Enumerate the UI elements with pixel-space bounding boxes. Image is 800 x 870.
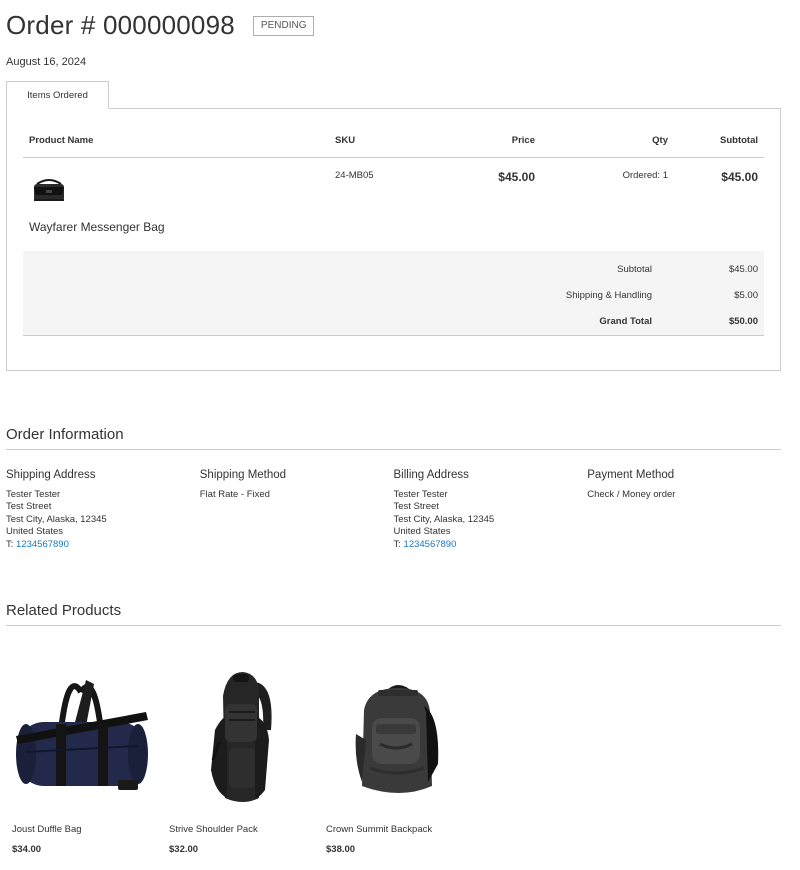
billing-address-street: Test Street (393, 501, 439, 513)
billing-address-heading: Billing Address (393, 469, 469, 481)
order-date: August 16, 2024 (6, 56, 87, 68)
shipping-method-value: Flat Rate - Fixed (199, 488, 270, 500)
shoulder-pack-image[interactable] (163, 660, 313, 820)
billing-phone-prefix: T: (393, 538, 404, 550)
shipping-method-heading: Shipping Method (199, 469, 287, 481)
shipping-address-street: Test Street (6, 501, 52, 513)
payment-method-heading: Payment Method (587, 469, 675, 481)
related-product-item[interactable]: Strive Shoulder Pack $32.00 (163, 660, 320, 855)
billing-address-country: United States (393, 526, 451, 538)
column-header-product-name: Product Name (23, 133, 329, 158)
page-title: Order # 000000098 (6, 10, 235, 40)
shipping-phone-link[interactable]: 1234567890 (16, 539, 69, 550)
table-header-row: Product Name SKU Price Qty Subtotal (23, 133, 764, 158)
items-ordered-panel: Product Name SKU Price Qty Subtotal Wayf… (6, 108, 781, 371)
product-cell: Wayfarer Messenger Bag (23, 158, 329, 241)
order-totals: Subtotal $45.00 Shipping & Handling $5.0… (23, 251, 764, 336)
items-ordered-table: Product Name SKU Price Qty Subtotal Wayf… (23, 133, 764, 241)
order-information: Shipping Address Tester Tester Test Stre… (6, 469, 781, 552)
column-header-price: Price (431, 133, 541, 158)
table-row: Wayfarer Messenger Bag 24-MB05 $45.00 Or… (23, 158, 764, 241)
related-products-grid: Joust Duffle Bag $34.00 Strive Shoulder … (6, 660, 477, 855)
tab-items-ordered[interactable]: Items Ordered (6, 81, 109, 109)
billing-address-city: Test City, Alaska, 12345 (393, 513, 495, 525)
billing-address-name: Tester Tester (393, 488, 448, 500)
status-badge: PENDING (252, 15, 315, 36)
grand-total-label: Grand Total (599, 316, 652, 327)
duffle-bag-image[interactable] (6, 660, 156, 820)
subtotal-label: Subtotal (617, 264, 652, 275)
shipping-address-block: Shipping Address Tester Tester Test Stre… (6, 469, 200, 552)
related-product-price: $32.00 (169, 844, 199, 855)
shipping-method-block: Shipping Method Flat Rate - Fixed (200, 469, 394, 552)
related-product-name[interactable]: Crown Summit Backpack (326, 824, 477, 835)
backpack-image[interactable] (320, 660, 470, 820)
column-header-sku: SKU (329, 133, 431, 158)
related-product-price: $38.00 (326, 844, 356, 855)
subtotal-value: $45.00 (728, 264, 758, 275)
product-qty: Ordered: 1 (622, 170, 668, 181)
totals-row-subtotal: Subtotal $45.00 (23, 264, 764, 278)
related-products-title: Related Products (6, 602, 781, 626)
grand-total-value: $50.00 (728, 316, 758, 327)
product-sku: 24-MB05 (335, 170, 374, 181)
messenger-bag-thumbnail[interactable] (29, 174, 69, 206)
totals-row-grand-total: Grand Total $50.00 (23, 316, 764, 330)
order-information-title: Order Information (6, 426, 781, 450)
shipping-address-phone-line: T: 1234567890 (6, 539, 200, 552)
related-product-item[interactable]: Crown Summit Backpack $38.00 (320, 660, 477, 855)
shipping-phone-prefix: T: (6, 538, 17, 550)
billing-address-block: Billing Address Tester Tester Test Stree… (394, 469, 588, 552)
product-name: Wayfarer Messenger Bag (29, 220, 165, 234)
billing-phone-link[interactable]: 1234567890 (404, 539, 457, 550)
column-header-qty: Qty (541, 133, 674, 158)
payment-method-value: Check / Money order (587, 488, 676, 500)
shipping-handling-value: $5.00 (734, 290, 758, 301)
totals-row-shipping: Shipping & Handling $5.00 (23, 290, 764, 304)
related-product-item[interactable]: Joust Duffle Bag $34.00 (6, 660, 163, 855)
payment-method-block: Payment Method Check / Money order (587, 469, 781, 552)
related-product-name[interactable]: Joust Duffle Bag (12, 824, 163, 835)
order-header: Order # 000000098 PENDING (6, 10, 315, 41)
shipping-address-name: Tester Tester (6, 488, 61, 500)
shipping-address-country: United States (6, 526, 64, 538)
shipping-handling-label: Shipping & Handling (565, 290, 652, 301)
product-subtotal: $45.00 (721, 170, 758, 184)
shipping-address-heading: Shipping Address (6, 469, 96, 481)
related-product-price: $34.00 (12, 844, 42, 855)
related-product-name[interactable]: Strive Shoulder Pack (169, 824, 320, 835)
shipping-address-city: Test City, Alaska, 12345 (6, 513, 107, 525)
billing-address-phone-line: T: 1234567890 (394, 539, 588, 552)
product-price: $45.00 (498, 170, 535, 184)
column-header-subtotal: Subtotal (674, 133, 764, 158)
